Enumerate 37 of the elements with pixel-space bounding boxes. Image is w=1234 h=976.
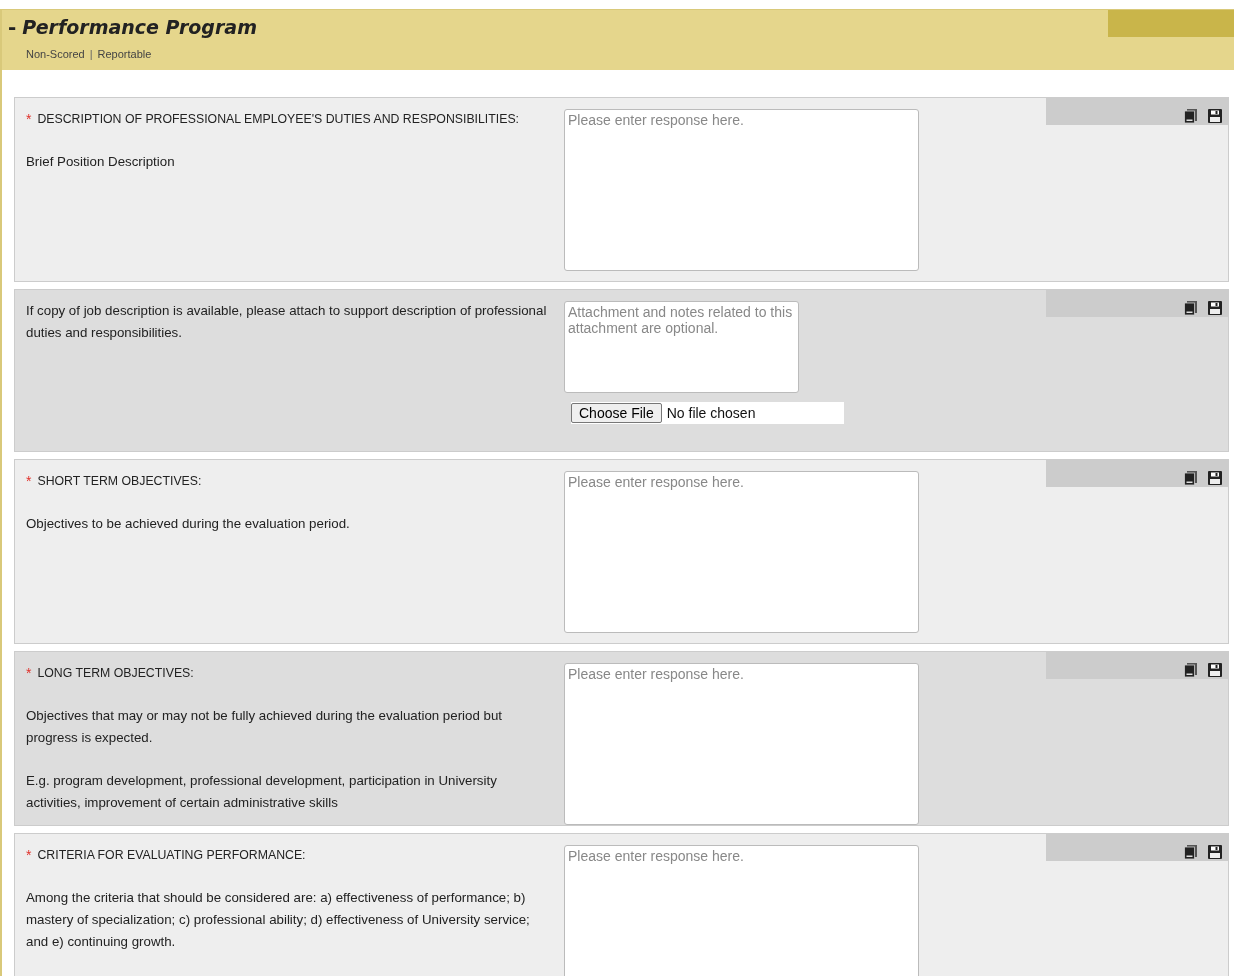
save-icon[interactable] <box>1207 108 1223 124</box>
copy-icon[interactable] <box>1183 844 1199 860</box>
response-field[interactable]: Please enter response here. <box>564 471 919 633</box>
section-title: Performance Program <box>22 16 257 38</box>
meta-label: Reportable <box>97 48 152 60</box>
copy-icon[interactable] <box>1183 470 1199 486</box>
question-title: DESCRIPTION OF PROFESSIONAL EMPLOYEE'S DUTIES AND RESPONSIBILITIES: <box>37 111 520 128</box>
save-icon[interactable] <box>1207 470 1223 486</box>
question-description: If copy of job description is available, please attach to support description of professional duties and responsibilities. <box>26 302 548 342</box>
required-mark: * <box>26 472 32 491</box>
required-mark: * <box>26 664 32 683</box>
required-mark: * <box>26 110 32 129</box>
save-icon[interactable] <box>1207 844 1223 860</box>
question-description: Brief Position Description <box>26 153 176 171</box>
collapse-toggle[interactable]: - <box>8 17 17 37</box>
question-title: CRITERIA FOR EVALUATING PERFORMANCE: <box>37 847 306 864</box>
copy-icon[interactable] <box>1183 108 1199 124</box>
copy-icon[interactable] <box>1183 662 1199 678</box>
meta-separator: | <box>89 48 93 60</box>
save-icon[interactable] <box>1207 300 1223 316</box>
save-icon[interactable] <box>1207 662 1223 678</box>
response-field[interactable]: Please enter response here. <box>564 663 919 825</box>
response-field[interactable]: Please enter response here. <box>564 845 919 976</box>
copy-icon[interactable] <box>1183 300 1199 316</box>
question-description: E.g. program development, professional development, participation in University activities, improvement of certain administrative skills <box>26 772 498 812</box>
required-mark: * <box>26 846 32 865</box>
response-field[interactable]: Please enter response here. <box>564 109 919 271</box>
notes-field[interactable]: Attachment and notes related to this attachment are optional. <box>564 301 799 393</box>
file-input[interactable]: Choose File No file chosen <box>571 402 844 424</box>
question-title: LONG TERM OBJECTIVES: <box>37 665 194 682</box>
question-description: Objectives to be achieved during the evaluation period. <box>26 515 351 533</box>
meta-label: Non-Scored <box>26 48 85 60</box>
question-description: Objectives that may or may not be fully achieved during the evaluation period but progress is expected. <box>26 707 503 747</box>
file-status: No file chosen <box>666 405 756 421</box>
question-description: Among the criteria that should be considered are: a) effectiveness of performance; b) mastery of specialization; c) professional ability; d) effectiveness of University service; and e) continuing growth. <box>26 889 531 951</box>
choose-file-button[interactable]: Choose File <box>571 403 662 423</box>
question-title: SHORT TERM OBJECTIVES: <box>37 473 202 490</box>
